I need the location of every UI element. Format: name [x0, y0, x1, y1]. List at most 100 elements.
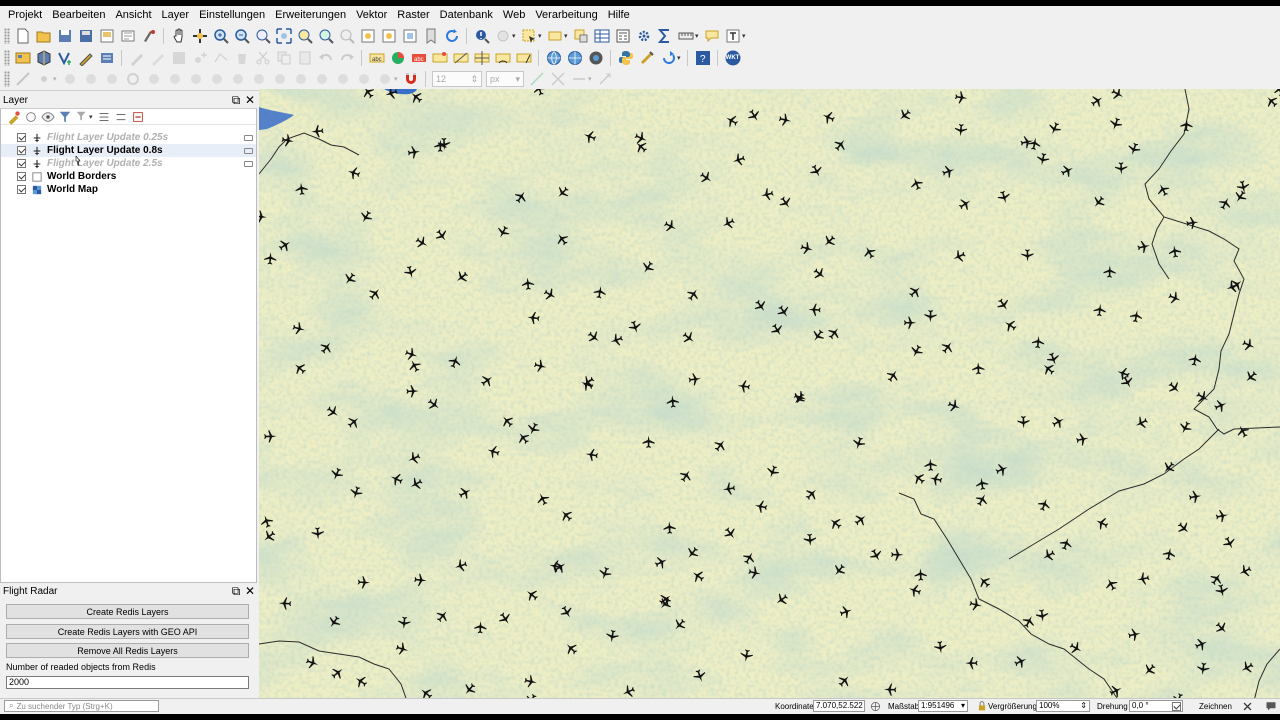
delete-ring-icon[interactable] [187, 70, 205, 88]
move-label-icon[interactable] [473, 49, 491, 67]
rotate-tool-icon[interactable] [659, 49, 677, 67]
current-edits-icon[interactable] [149, 49, 167, 67]
layer-visibility-checkbox[interactable] [17, 133, 26, 142]
vertex-add-icon[interactable] [35, 70, 53, 88]
save-as-icon[interactable] [77, 27, 95, 45]
float-panel-icon[interactable]: ⧉ [229, 584, 243, 598]
chevron-down-icon[interactable]: ▾ [588, 75, 594, 83]
new-geopackage-icon[interactable] [35, 49, 53, 67]
layer-indicator-icon[interactable] [244, 147, 253, 154]
add-ring-icon[interactable] [124, 70, 142, 88]
rotate-label-icon[interactable] [494, 49, 512, 67]
toolbox-icon[interactable] [635, 27, 653, 45]
layer-row[interactable]: Flight Layer Update 0.8s [1, 144, 256, 157]
new-project-icon[interactable] [14, 27, 32, 45]
filter-expression-icon[interactable] [75, 110, 89, 124]
layout-manager-icon[interactable] [119, 27, 137, 45]
menu-raster[interactable]: Raster [392, 9, 434, 21]
remove-all-redis-layers-button[interactable]: Remove All Redis Layers [6, 643, 249, 658]
zoom-in-icon[interactable] [212, 27, 230, 45]
close-icon[interactable]: ✕ [243, 93, 257, 107]
collapse-all-icon[interactable] [114, 110, 128, 124]
menu-erweiterungen[interactable]: Erweiterungen [270, 9, 351, 21]
chevron-down-icon[interactable]: ▾ [89, 113, 95, 121]
layer-indicator-icon[interactable] [244, 160, 253, 167]
attribute-table-icon[interactable] [593, 27, 611, 45]
chevron-down-icon[interactable]: ▾ [53, 75, 59, 83]
simplify-feature-icon[interactable] [103, 70, 121, 88]
layer-visibility-checkbox[interactable] [17, 159, 26, 168]
rotate-point-icon[interactable] [355, 70, 373, 88]
globe-icon[interactable] [545, 49, 563, 67]
bookmark-icon[interactable] [422, 27, 440, 45]
redo-icon[interactable] [338, 49, 356, 67]
save-project-icon[interactable] [56, 27, 74, 45]
chevron-down-icon[interactable]: ▾ [677, 54, 683, 62]
wkt-icon[interactable]: WKT [724, 49, 742, 67]
split-parts-icon[interactable] [292, 70, 310, 88]
tracing-icon[interactable] [570, 70, 588, 88]
style-layer-icon[interactable] [7, 110, 21, 125]
split-features-icon[interactable] [271, 70, 289, 88]
highlight-pinned-icon[interactable]: abc [410, 49, 428, 67]
coordinate-field[interactable]: 7.070,52.522 [813, 700, 865, 712]
trim-extend-icon[interactable] [376, 70, 394, 88]
chevron-down-icon[interactable]: ▾ [538, 32, 544, 40]
actions-icon[interactable] [494, 27, 512, 45]
chevron-down-icon[interactable]: ▾ [742, 32, 748, 40]
refresh-icon[interactable] [443, 27, 461, 45]
map-themes-icon[interactable] [40, 110, 55, 124]
remove-layer-icon[interactable] [131, 110, 145, 124]
digitize-icon[interactable] [77, 49, 95, 67]
menu-layer[interactable]: Layer [157, 9, 195, 21]
font-unit-select[interactable]: px ▾ [486, 71, 524, 87]
add-vector-layer-icon[interactable] [56, 49, 74, 67]
merge-features-icon[interactable] [313, 70, 331, 88]
zoom-next-icon[interactable] [380, 27, 398, 45]
new-map-view-icon[interactable] [401, 27, 419, 45]
identify-features-icon[interactable] [473, 27, 491, 45]
zoom-last-icon[interactable] [359, 27, 377, 45]
undo-icon[interactable] [317, 49, 335, 67]
magnifier-spinbox[interactable]: 100% ⇕ [1036, 700, 1090, 712]
change-label-icon[interactable] [515, 49, 533, 67]
lock-scale-icon[interactable] [977, 699, 987, 713]
toggle-editing-icon[interactable] [128, 49, 146, 67]
globe-search-icon[interactable] [566, 49, 584, 67]
font-size-spinbox[interactable]: 12 ⇕ [432, 71, 482, 87]
data-source-manager-icon[interactable] [14, 49, 32, 67]
add-group-icon[interactable] [24, 110, 38, 124]
paste-features-icon[interactable] [296, 49, 314, 67]
field-calculator-icon[interactable] [614, 27, 632, 45]
text-annotation-icon[interactable] [724, 27, 742, 45]
layer-row[interactable]: World Borders [1, 170, 256, 183]
layer-row[interactable]: Flight Layer Update 0.25s [1, 131, 256, 144]
magnet-icon[interactable] [402, 70, 420, 88]
zoom-to-layer-icon[interactable] [317, 27, 335, 45]
create-redis-layers-geo-button[interactable]: Create Redis Layers with GEO API [6, 624, 249, 639]
save-edits-icon[interactable] [170, 49, 188, 67]
menu-bearbeiten[interactable]: Bearbeiten [47, 9, 110, 21]
open-project-icon[interactable] [35, 27, 53, 45]
cut-features-icon[interactable] [254, 49, 272, 67]
diagram-options-icon[interactable] [389, 49, 407, 67]
python-console-icon[interactable] [617, 49, 635, 67]
print-layout-icon[interactable] [98, 27, 116, 45]
intersection-icon[interactable] [549, 70, 567, 88]
delete-part-icon[interactable] [208, 70, 226, 88]
toolbar-grip[interactable] [4, 49, 10, 66]
menu-einstellungen[interactable]: Einstellungen [194, 9, 270, 21]
create-redis-layers-button[interactable]: Create Redis Layers [6, 604, 249, 619]
add-part-icon[interactable] [145, 70, 163, 88]
layer-indicator-icon[interactable] [244, 134, 253, 141]
virtual-layer-icon[interactable] [98, 49, 116, 67]
help-icon[interactable]: ? [694, 49, 712, 67]
zoom-out-icon[interactable] [233, 27, 251, 45]
chevron-down-icon[interactable]: ▾ [695, 32, 701, 40]
statistical-summary-icon[interactable] [656, 27, 674, 45]
toolbar-grip[interactable] [4, 27, 10, 44]
scale-combobox[interactable]: 1:951496 ▾ [918, 700, 968, 712]
offset-curve-icon[interactable] [250, 70, 268, 88]
measure-icon[interactable] [677, 27, 695, 45]
pan-to-selection-icon[interactable] [191, 27, 209, 45]
